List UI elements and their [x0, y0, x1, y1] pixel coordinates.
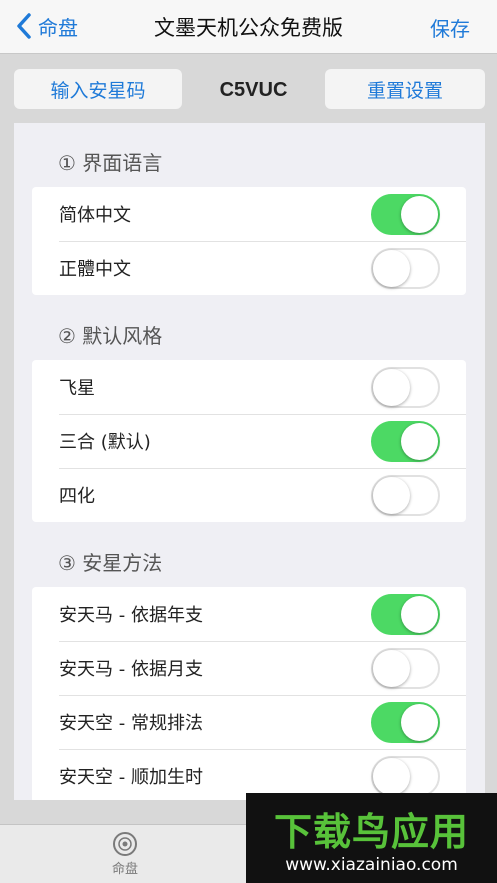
toggle-knob — [373, 369, 410, 406]
navigation-bar: 命盘 文墨天机公众免费版 保存 — [0, 0, 497, 54]
row-label: 安天马 - 依据年支 — [59, 605, 203, 626]
tab-label: 命盘 — [111, 862, 138, 877]
toggle-knob — [401, 423, 438, 460]
toggle-sanhe[interactable] — [371, 421, 440, 462]
language-group: 简体中文 正體中文 — [32, 187, 466, 295]
list-item-sanhe: 三合 (默认) — [32, 414, 466, 468]
toggle-knob — [401, 196, 438, 233]
toggle-tiankong-regular[interactable] — [371, 702, 440, 743]
toggle-knob — [373, 650, 410, 687]
list-item-tiankong-regular: 安天空 - 常规排法 — [32, 695, 466, 749]
style-group: 飞星 三合 (默认) 四化 — [32, 360, 466, 522]
back-button-label: 命盘 — [38, 15, 78, 40]
tab-mingpan[interactable]: 命盘 — [96, 831, 154, 877]
row-label: 简体中文 — [59, 205, 131, 226]
watermark-url: www.xiazainiao.com — [285, 855, 458, 875]
toggle-tianma-year[interactable] — [371, 594, 440, 635]
watermark-title: 下载鸟应用 — [273, 810, 469, 854]
toggle-knob — [401, 596, 438, 633]
row-label: 四化 — [59, 486, 95, 507]
watermark-logo: 下载鸟应用 www.xiazainiao.com — [246, 793, 497, 883]
toggle-tiankong-hour[interactable] — [371, 756, 440, 797]
row-label: 飞星 — [59, 378, 95, 399]
back-button[interactable]: 命盘 — [12, 10, 78, 42]
toggle-knob — [373, 250, 410, 287]
toggle-traditional-chinese[interactable] — [371, 248, 440, 289]
row-label: 三合 (默认) — [59, 432, 151, 453]
toggle-simplified-chinese[interactable] — [371, 194, 440, 235]
list-item-tianma-year: 安天马 - 依据年支 — [32, 587, 466, 641]
list-item-traditional-chinese: 正體中文 — [32, 241, 466, 295]
toggle-knob — [401, 704, 438, 741]
toggle-tianma-month[interactable] — [371, 648, 440, 689]
row-label: 安天空 - 顺加生时 — [59, 767, 203, 788]
section-title-style: ② 默认风格 — [58, 324, 163, 348]
row-label: 安天空 - 常规排法 — [59, 713, 203, 734]
reset-settings-button[interactable]: 重置设置 — [325, 69, 485, 109]
code-bar: 输入安星码 C5VUC 重置设置 — [0, 55, 497, 123]
star-code-value: C5VUC — [219, 79, 288, 101]
toggle-knob — [373, 477, 410, 514]
toggle-knob — [373, 758, 410, 795]
enter-code-button[interactable]: 输入安星码 — [14, 69, 182, 109]
method-group: 安天马 - 依据年支 安天马 - 依据月支 安天空 - 常规排法 安天空 - 顺… — [32, 587, 466, 800]
list-item-simplified-chinese: 简体中文 — [32, 187, 466, 241]
toggle-sihua[interactable] — [371, 475, 440, 516]
row-label: 安天马 - 依据月支 — [59, 659, 203, 680]
disc-icon — [113, 832, 137, 856]
chevron-left-icon — [17, 13, 31, 39]
toggle-feixing[interactable] — [371, 367, 440, 408]
row-label: 正體中文 — [59, 259, 131, 280]
section-title-language: ① 界面语言 — [58, 151, 163, 175]
list-item-sihua: 四化 — [32, 468, 466, 522]
list-item-tianma-month: 安天马 - 依据月支 — [32, 641, 466, 695]
settings-list[interactable]: ① 界面语言 简体中文 正體中文 ② 默认风格 飞星 三合 (默认) 四化 ③ … — [14, 123, 485, 800]
section-title-method: ③ 安星方法 — [58, 551, 163, 575]
save-button[interactable]: 保存 — [430, 13, 470, 42]
list-item-feixing: 飞星 — [32, 360, 466, 414]
